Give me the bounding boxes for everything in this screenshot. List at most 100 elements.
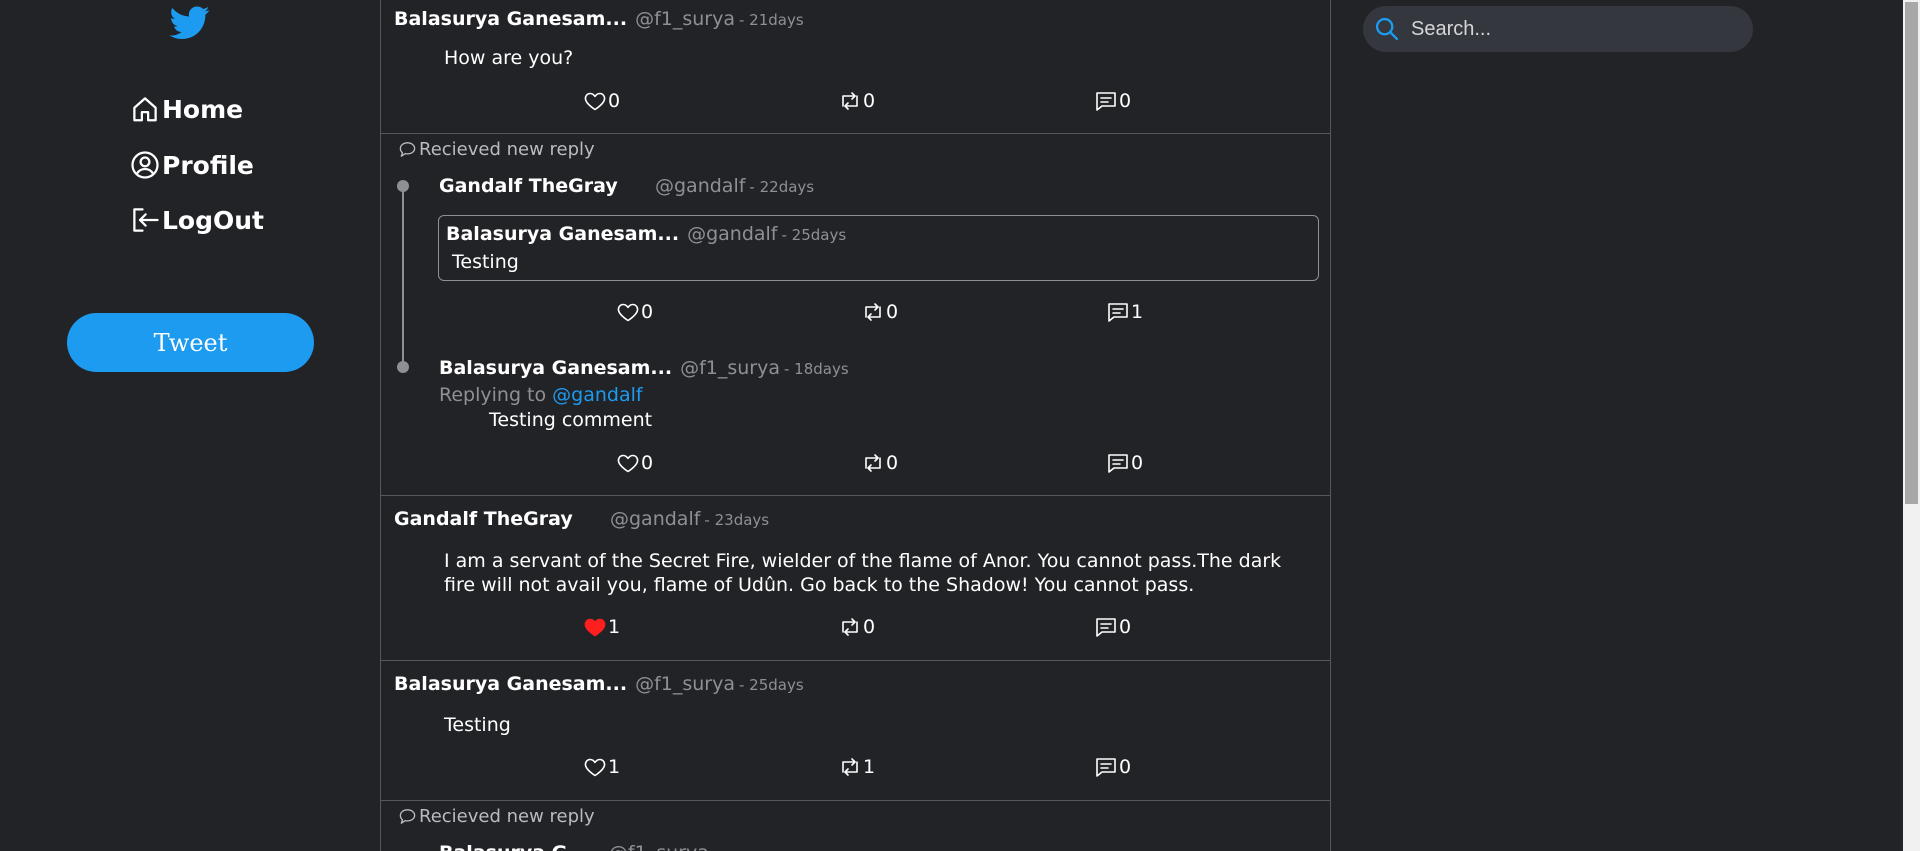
tweet-header: Gandalf TheGray @gandalf - 22days (439, 175, 814, 197)
twitter-bird-icon[interactable] (168, 2, 212, 42)
retweet-count: 1 (863, 756, 876, 778)
like-button[interactable]: 1 (583, 615, 620, 639)
author-name[interactable]: Balasurya Ganesam... (394, 8, 627, 30)
like-button[interactable]: 0 (616, 451, 653, 475)
logout-icon (133, 208, 159, 232)
author-name[interactable]: Balasurya Ganesam... (394, 673, 627, 695)
timestamp: - 22days (749, 178, 815, 196)
retweet-count: 0 (886, 452, 899, 474)
thread-dot (397, 361, 409, 373)
feed: Balasurya Ganesam... @f1_surya - 21days … (380, 0, 1331, 851)
comment-icon (1094, 755, 1118, 779)
like-count: 0 (641, 452, 654, 474)
reply-count: 0 (1119, 90, 1132, 112)
retweet-button[interactable]: 0 (838, 615, 875, 639)
author-handle[interactable]: @gandalf (687, 223, 777, 245)
author-handle[interactable]: @f1_surya (680, 357, 780, 379)
mention-link[interactable]: @gandalf (552, 384, 642, 406)
retweet-button[interactable]: 0 (861, 300, 898, 324)
like-button[interactable]: 0 (583, 89, 620, 113)
author-handle[interactable]: @gandalf (655, 175, 745, 197)
tweet-text-line: I am a servant of the Secret Fire, wield… (444, 550, 1282, 572)
reply-notice-text: Recieved new reply (419, 806, 595, 827)
tweet-header: Gandalf TheGray @gandalf - 23days (394, 508, 769, 530)
nav-profile[interactable]: Profile (130, 150, 254, 180)
author-name[interactable]: Balasurya Ganesam... (439, 357, 672, 379)
nav-logout-label: LogOut (162, 205, 265, 235)
tweet-card[interactable]: Balasurya Ganesam... @f1_surya - 21days … (381, 0, 1330, 134)
retweet-button[interactable]: 1 (838, 755, 875, 779)
heart-icon (616, 451, 640, 475)
scrollbar-thumb[interactable] (1905, 2, 1918, 504)
timestamp: - 23days (704, 511, 770, 529)
retweet-icon (838, 89, 862, 113)
heart-icon (616, 300, 640, 324)
tweet-card[interactable]: Balasurya Ganesam... @f1_surya - 25days … (381, 661, 1330, 801)
search-bar[interactable] (1363, 6, 1753, 52)
like-count: 1 (608, 756, 621, 778)
reply-button[interactable]: 1 (1106, 300, 1143, 324)
author-handle[interactable]: @f1_surya (635, 8, 735, 30)
replying-to-label: Replying to (439, 384, 547, 406)
tweet-text: How are you? (444, 47, 574, 69)
author-handle[interactable]: @f1_surya (609, 842, 709, 851)
tweet-header: Balasurya Ganesam... @f1_surya - 18days (439, 357, 849, 379)
retweet-icon (838, 755, 862, 779)
like-count: 0 (608, 90, 621, 112)
retweet-icon (838, 615, 862, 639)
quoted-tweet[interactable]: Balasurya Ganesam... @gandalf - 25days T… (438, 215, 1319, 281)
thread-dot (397, 180, 409, 192)
scrollbar[interactable] (1903, 0, 1920, 851)
comment-icon (1094, 615, 1118, 639)
retweet-icon (861, 300, 885, 324)
timestamp: - 25days (739, 676, 804, 694)
author-name[interactable]: Gandalf TheGray (394, 508, 602, 530)
retweet-button[interactable]: 0 (861, 451, 898, 475)
speech-bubble-icon (398, 807, 417, 826)
author-name[interactable]: Gandalf TheGray (439, 175, 647, 197)
reply-thread: Recieved new reply Gandalf TheGray @gand… (381, 134, 1330, 496)
like-count: 1 (608, 616, 621, 638)
reply-count: 0 (1131, 452, 1144, 474)
reply-notice: Recieved new reply (398, 139, 595, 160)
nav-home[interactable]: Home (130, 94, 243, 124)
author-name[interactable]: Balasurya G... (439, 842, 589, 851)
nav-logout[interactable]: LogOut (130, 205, 264, 235)
heart-icon (583, 89, 607, 113)
retweet-count: 0 (863, 616, 876, 638)
home-icon (133, 97, 157, 122)
heart-icon (583, 755, 607, 779)
reply-count: 0 (1119, 616, 1132, 638)
tweet-text: Testing comment (489, 409, 653, 431)
retweet-count: 0 (863, 90, 876, 112)
author-handle[interactable]: @f1_surya (635, 673, 735, 695)
thread-line (402, 186, 404, 366)
tweet-header: Balasurya Ganesam... @f1_surya - 21days (394, 8, 804, 30)
tweet-card[interactable]: Gandalf TheGray @gandalf - 23days I am a… (381, 496, 1330, 661)
reply-button[interactable]: 0 (1094, 615, 1131, 639)
nav-home-label: Home (162, 94, 244, 124)
speech-bubble-icon (398, 140, 417, 159)
reply-button[interactable]: 0 (1094, 89, 1131, 113)
reply-notice: Recieved new reply (398, 806, 595, 827)
retweet-icon (861, 451, 885, 475)
replying-to: Replying to @gandalf (439, 384, 643, 406)
timestamp: - 18days (784, 360, 849, 378)
profile-icon (131, 151, 159, 179)
reply-thread: Recieved new reply Balasurya G... @f1_su… (381, 801, 1330, 851)
like-button[interactable]: 0 (616, 300, 653, 324)
retweet-button[interactable]: 0 (838, 89, 875, 113)
reply-button[interactable]: 0 (1106, 451, 1143, 475)
timestamp: - 25days (781, 226, 847, 244)
nav-profile-label: Profile (162, 150, 254, 180)
author-handle[interactable]: @gandalf (610, 508, 700, 530)
search-input[interactable] (1411, 17, 1731, 41)
author-name[interactable]: Balasurya Ganesam... (446, 223, 679, 245)
search-icon (1375, 17, 1399, 41)
like-button[interactable]: 1 (583, 755, 620, 779)
tweet-header: Balasurya G... @f1_surya (439, 842, 709, 851)
tweet-header: Balasurya Ganesam... @gandalf - 25days (446, 223, 846, 245)
tweet-button[interactable]: Tweet (67, 313, 314, 372)
like-count: 0 (641, 301, 654, 323)
reply-button[interactable]: 0 (1094, 755, 1131, 779)
